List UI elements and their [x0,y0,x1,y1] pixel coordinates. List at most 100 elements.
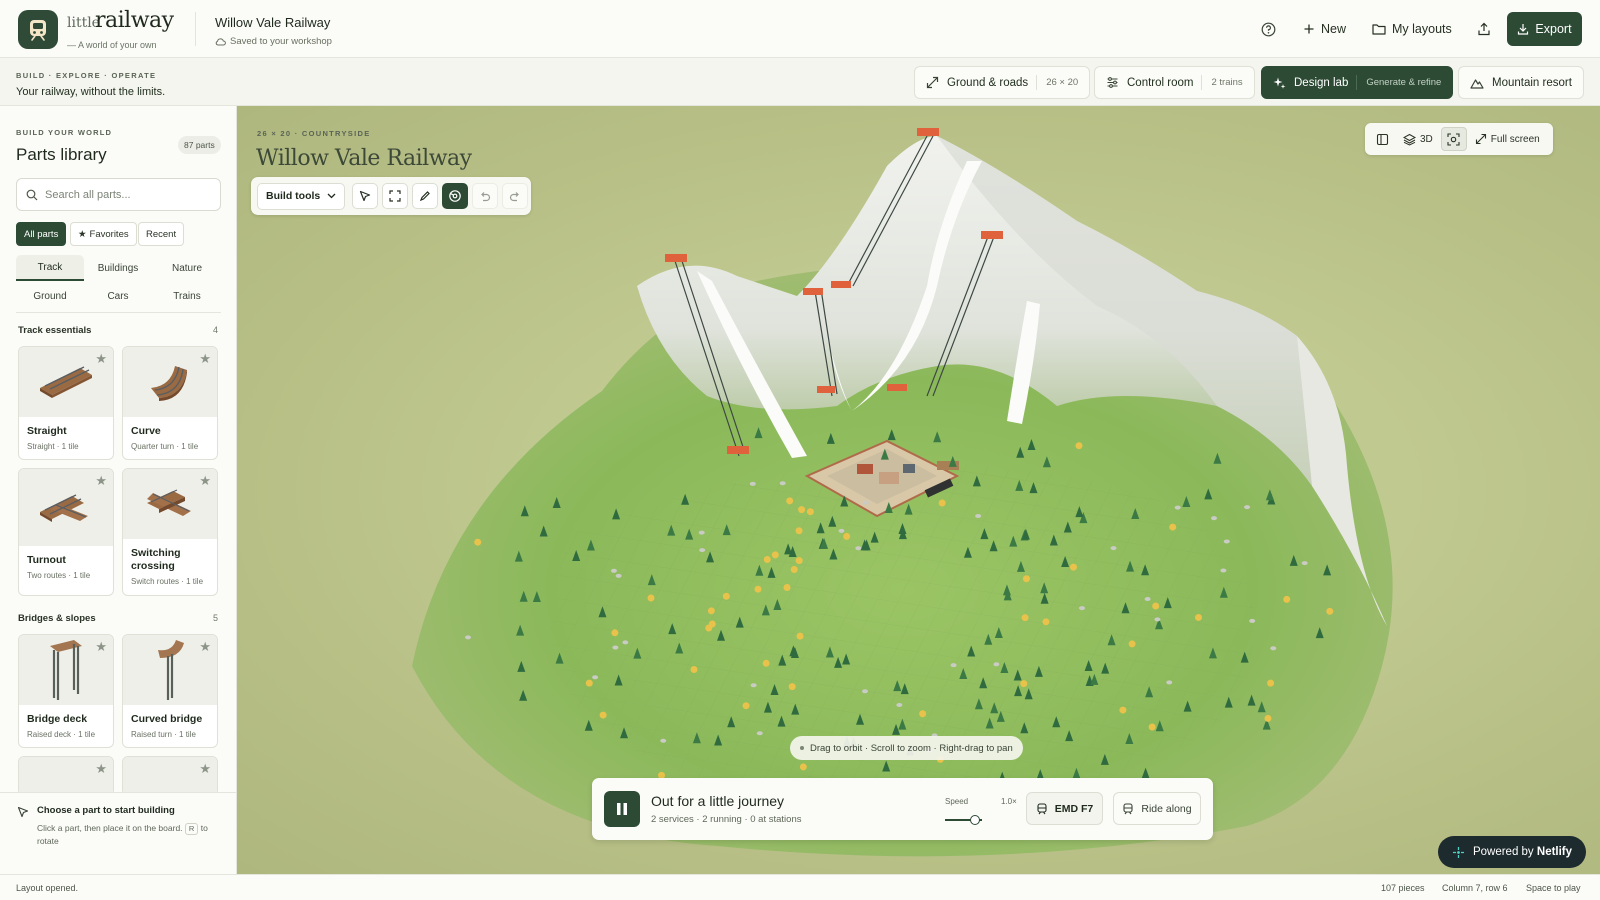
train-select-button[interactable]: EMD F7 [1026,792,1103,825]
speed-value: 1.0× [1001,797,1017,806]
parts-sidebar: BUILD YOUR WORLD Parts library 87 parts … [0,106,237,874]
boulder [1220,568,1227,573]
section-track-essentials: Track essentials 4 [18,325,218,336]
autumn-tree [763,556,771,564]
gesture-hint: Drag to orbit · Scroll to zoom · Right-d… [790,736,1023,760]
build-tools-dropdown[interactable]: Build tools [257,182,346,210]
part-card-switching-crossing[interactable]: ★ Switching crossing Switch routes · 1 t… [122,468,218,596]
view-3d-label: 3D [1420,133,1433,145]
part-desc: Raised turn · 1 tile [131,730,196,739]
autumn-tree [1021,614,1029,622]
boulder [592,675,599,680]
select-tool-button[interactable] [352,183,379,209]
brush-icon [419,190,431,202]
section-title: Track essentials [18,325,92,336]
autumn-tree [690,665,698,673]
category-track[interactable]: Track [16,255,84,281]
mode-mountain-label: Mountain resort [1492,76,1572,89]
netlify-logo-icon [1452,846,1465,859]
paint-tool-button[interactable] [412,183,439,209]
favorite-star-icon[interactable]: ★ [95,761,107,777]
part-card-bridge-deck[interactable]: ★ Bridge deck Raised deck · 1 tile [18,634,114,748]
frame-tool-button[interactable] [382,183,409,209]
brand-tagline: — A world of your own [67,40,157,50]
sparkle-icon [1273,76,1286,89]
parts-search[interactable] [16,178,221,211]
favorite-star-icon[interactable]: ★ [95,639,107,655]
part-name: Bridge deck [27,713,88,725]
boulder [699,548,706,553]
fullscreen-button[interactable]: Full screen [1471,127,1544,151]
part-card-turnout[interactable]: ★ Turnout Two routes · 1 tile [18,468,114,596]
autumn-tree [1119,706,1127,714]
world-viewport[interactable]: 26 × 20 · COUNTRYSIDE Willow Vale Railwa… [237,106,1600,874]
favorite-star-icon[interactable]: ★ [95,473,107,489]
help-button[interactable] [1261,15,1276,43]
mode-control-room[interactable]: Control room 2 trains [1094,66,1255,99]
part-card-straight[interactable]: ★ Straight Straight · 1 tile [18,346,114,460]
section-count: 5 [212,613,218,623]
filter-favorites[interactable]: ★ Favorites [70,222,137,246]
ride-along-button[interactable]: Ride along [1113,792,1201,825]
favorite-star-icon[interactable]: ★ [199,639,211,655]
export-button[interactable]: Export [1507,12,1582,46]
toggle-sidebar-button[interactable] [1369,127,1395,151]
board-title: Willow Vale Railway [256,146,472,171]
train-logo-icon[interactable] [18,10,58,49]
autumn-tree [771,551,779,559]
build-tools-label: Build tools [266,190,321,202]
category-trains[interactable]: Trains [153,283,221,309]
favorite-star-icon[interactable]: ★ [199,351,211,367]
speed-slider[interactable] [945,815,982,825]
category-buildings[interactable]: Buildings [84,255,152,281]
category-cars[interactable]: Cars [84,283,152,309]
category-nature[interactable]: Nature [153,255,221,281]
new-button[interactable]: New [1303,15,1346,43]
boulder [660,738,667,743]
undo-button[interactable] [472,183,499,209]
autumn-tree [1152,602,1160,610]
orbit-tool-button[interactable] [442,183,469,209]
netlify-badge[interactable]: Powered by Netlify [1438,836,1586,868]
star-icon: ★ [78,228,87,240]
redo-icon [509,190,521,202]
favorite-star-icon[interactable]: ★ [95,351,107,367]
part-name: Curved bridge [131,713,203,725]
autumn-tree [1069,563,1077,571]
turnout-track-icon [40,493,88,522]
boulder [1301,561,1308,566]
filter-all-parts[interactable]: All parts [16,222,67,246]
autumn-tree [474,538,482,546]
redo-button[interactable] [502,183,529,209]
save-status-text: Saved to your workshop [230,36,332,47]
part-card-partial[interactable]: ★ [122,756,218,796]
part-name: Straight [27,425,67,437]
boulder [610,568,617,573]
category-ground[interactable]: Ground [16,283,84,309]
project-title[interactable]: Willow Vale Railway [215,15,330,30]
autumn-tree [1267,679,1275,687]
speed-slider-knob[interactable] [969,815,980,825]
filter-recent[interactable]: Recent [138,222,185,246]
search-input[interactable] [45,188,205,201]
favorite-star-icon[interactable]: ★ [199,761,211,777]
section-title: Bridges & slopes [18,613,96,624]
part-thumbnail: ★ [123,757,217,795]
part-card-partial[interactable]: ★ [18,756,114,796]
mode-mountain-resort[interactable]: Mountain resort [1458,66,1584,99]
boulder [756,731,763,736]
my-layouts-button[interactable]: My layouts [1372,15,1452,43]
mode-ground-roads[interactable]: Ground & roads 26 × 20 [914,66,1091,99]
pause-button[interactable] [604,791,640,827]
view-3d-button[interactable]: 3D [1399,127,1437,151]
focus-view-button[interactable] [1440,127,1467,151]
part-card-curved-bridge[interactable]: ★ Curved bridge Raised turn · 1 tile [122,634,218,748]
autumn-tree [806,508,814,516]
favorite-star-icon[interactable]: ★ [199,473,211,489]
autumn-tree [790,566,798,574]
boulder [1249,618,1256,623]
part-card-curve[interactable]: ★ Curve Quarter turn · 1 tile [122,346,218,460]
journey-stats: 2 services · 2 running · 0 at stations [651,814,802,825]
mode-design-lab[interactable]: Design lab Generate & refine [1261,66,1454,99]
share-button[interactable] [1477,15,1491,43]
